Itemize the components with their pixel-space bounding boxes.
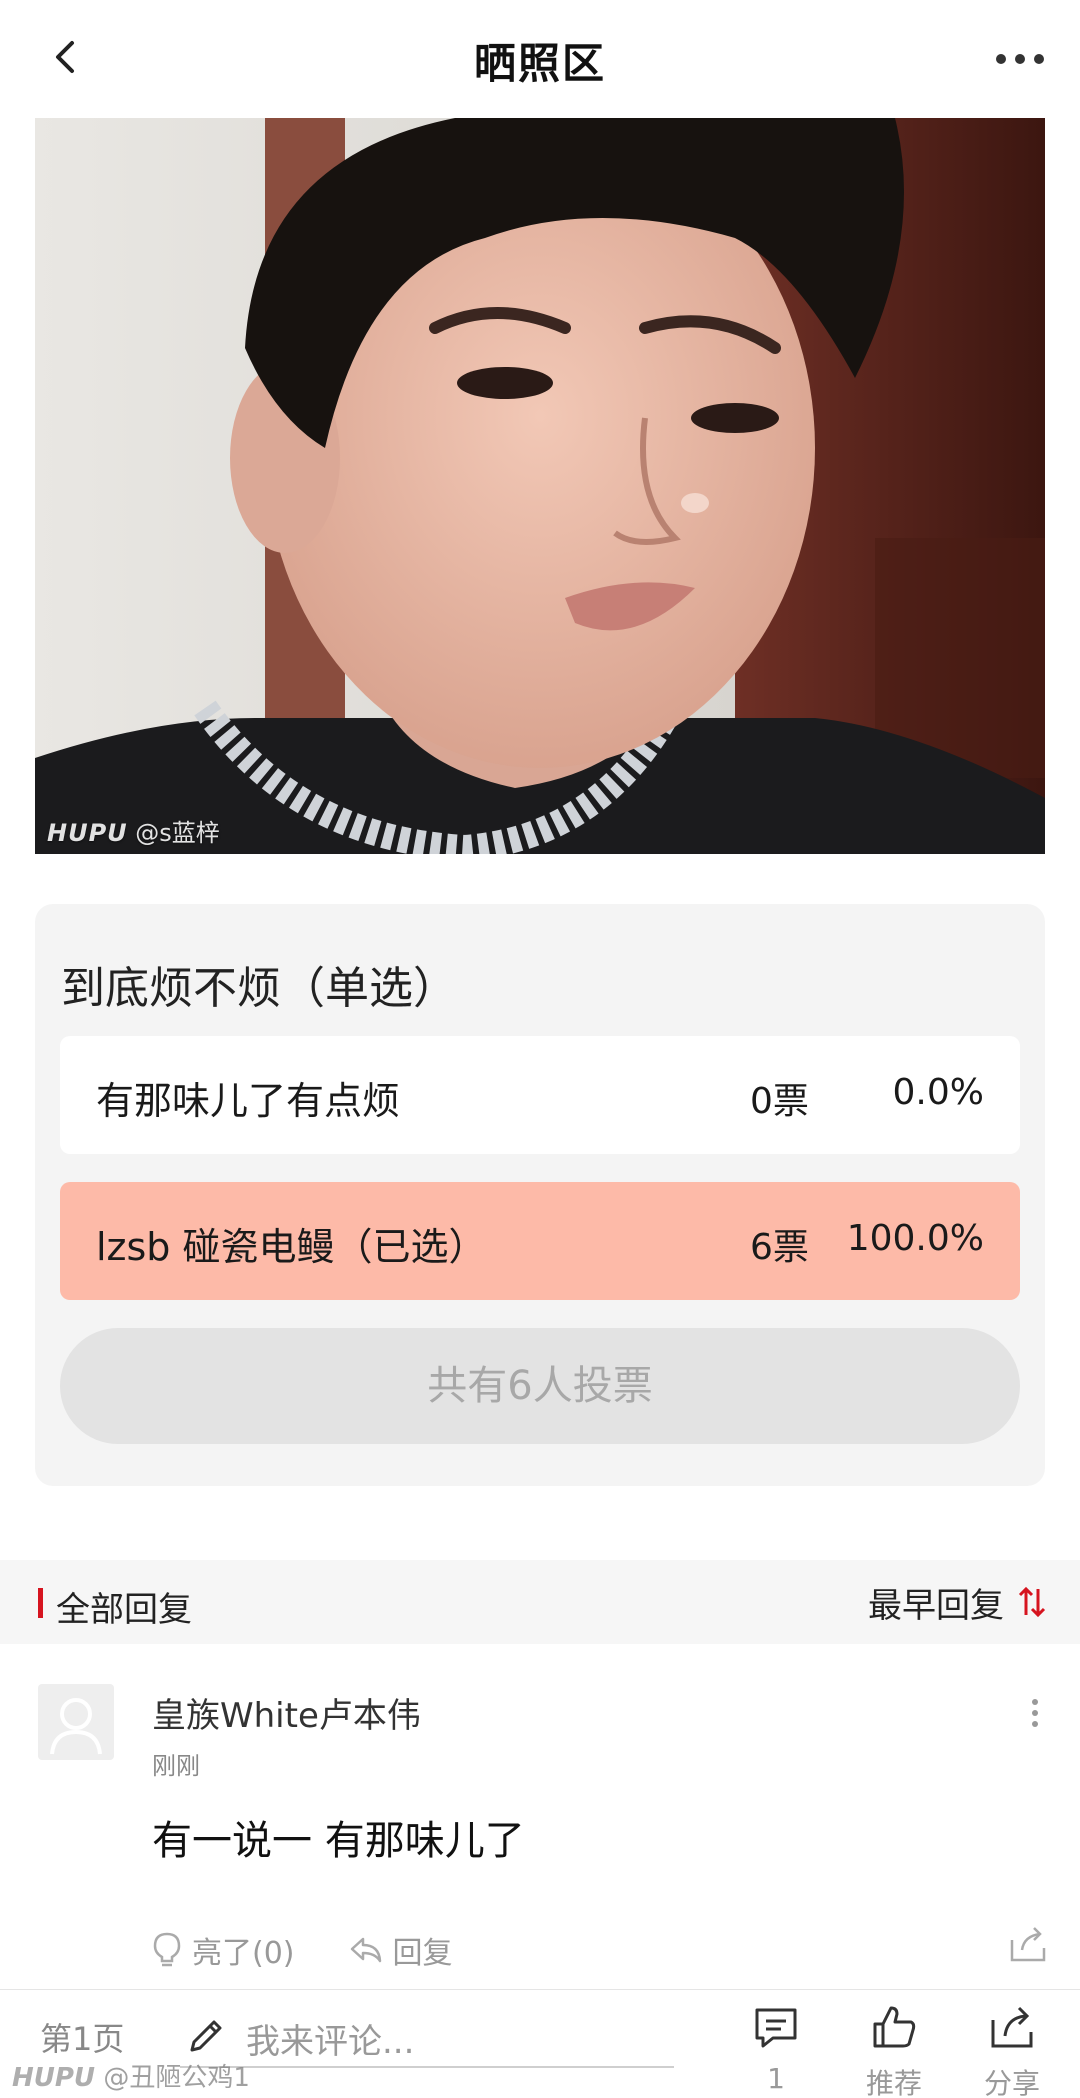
comment-input-placeholder: 我来评论... xyxy=(246,2022,415,2062)
light-button[interactable]: 亮了(0) xyxy=(152,1928,295,1972)
watermark-user: @丑陋公鸡1 xyxy=(103,2063,250,2093)
comment-icon xyxy=(755,2008,797,2048)
recommend-label: 推荐 xyxy=(865,2067,922,2098)
comment-username[interactable]: 皇族White卢本伟 xyxy=(152,1688,421,1737)
share-button[interactable]: 分享 xyxy=(972,2002,1052,2098)
poll-title: 到底烦不烦（单选） xyxy=(61,963,457,1014)
comment-count: 1 xyxy=(767,2062,785,2095)
more-horizontal-icon xyxy=(996,54,1044,64)
comment-input[interactable]: 我来评论... xyxy=(180,2000,674,2068)
reply-button[interactable]: 回复 xyxy=(349,1928,453,1972)
watermark-user: @s蓝梓 xyxy=(135,819,220,847)
poll-option-votes: 6票 xyxy=(750,1227,809,1268)
poll-option-selected[interactable]: lzsb 碰瓷电鳗（已选） 6票 100.0% xyxy=(60,1182,1020,1300)
poll-option[interactable]: 有那味儿了有点烦 0票 0.0% xyxy=(60,1036,1020,1154)
sort-label: 最早回复 xyxy=(868,1585,1004,1626)
photo-watermark: HUPU @s蓝梓 xyxy=(47,813,220,848)
reply-arrow-icon xyxy=(350,1937,381,1963)
page-title: 晒照区 xyxy=(473,39,606,88)
poll-option-label: lzsb 碰瓷电鳗（已选） xyxy=(96,1225,487,1269)
watermark-brand: HUPU xyxy=(47,819,128,847)
watermark-brand: HUPU xyxy=(12,2063,96,2093)
comment-item: 皇族White卢本伟 刚刚 有一说一 有那味儿了 亮了(0) 回复 xyxy=(0,1644,1080,1989)
sort-icon xyxy=(1018,1586,1046,1618)
post-photo[interactable]: HUPU @s蓝梓 xyxy=(35,118,1045,854)
pencil-icon xyxy=(190,2020,222,2052)
portrait-illustration xyxy=(35,118,1045,854)
lightbulb-icon xyxy=(153,1932,181,1967)
poll-option-percent: 0.0% xyxy=(892,1072,984,1113)
screenshot-watermark: HUPU @丑陋公鸡1 xyxy=(12,2057,250,2094)
more-vertical-icon xyxy=(1032,1699,1038,1727)
default-avatar-icon xyxy=(50,1698,102,1755)
bottom-bar: 第1页 我来评论... 1 推荐 分享 HUPU @丑陋公鸡1 xyxy=(0,1989,1080,2098)
poll-option-percent: 100.0% xyxy=(846,1218,984,1259)
share-icon xyxy=(1010,1927,1046,1962)
poll-total-votes-button[interactable]: 共有6人投票 xyxy=(60,1328,1020,1444)
poll-option-label: 有那味儿了有点烦 xyxy=(96,1079,401,1123)
section-marker xyxy=(38,1588,43,1618)
replies-header: 全部回复 最早回复 xyxy=(0,1560,1080,1644)
avatar[interactable] xyxy=(38,1684,114,1760)
comment-actions: 亮了(0) 回复 xyxy=(152,1928,453,1972)
comment-more-button[interactable] xyxy=(1020,1688,1050,1738)
page-indicator[interactable]: 第1页 xyxy=(40,2014,124,2060)
comment-text: 有一说一 有那味儿了 xyxy=(152,1818,525,1864)
recommend-button[interactable]: 推荐 xyxy=(854,2002,934,2098)
thumb-up-icon xyxy=(873,2006,916,2048)
all-replies-label: 全部回复 xyxy=(56,1590,192,1630)
light-label: 亮了(0) xyxy=(192,1936,295,1971)
reply-label: 回复 xyxy=(392,1936,453,1971)
share-icon xyxy=(991,2006,1033,2048)
comment-time: 刚刚 xyxy=(152,1752,200,1780)
more-options-button[interactable] xyxy=(990,34,1050,84)
share-label: 分享 xyxy=(983,2067,1040,2098)
poll-card: 到底烦不烦（单选） 有那味儿了有点烦 0票 0.0% lzsb 碰瓷电鳗（已选）… xyxy=(35,904,1045,1486)
comments-count-button[interactable]: 1 xyxy=(736,2002,816,2095)
sort-button[interactable]: 最早回复 xyxy=(868,1578,1046,1626)
poll-option-votes: 0票 xyxy=(750,1081,809,1122)
comment-share-button[interactable] xyxy=(1006,1922,1050,1966)
top-nav-bar: 晒照区 xyxy=(0,0,1080,118)
